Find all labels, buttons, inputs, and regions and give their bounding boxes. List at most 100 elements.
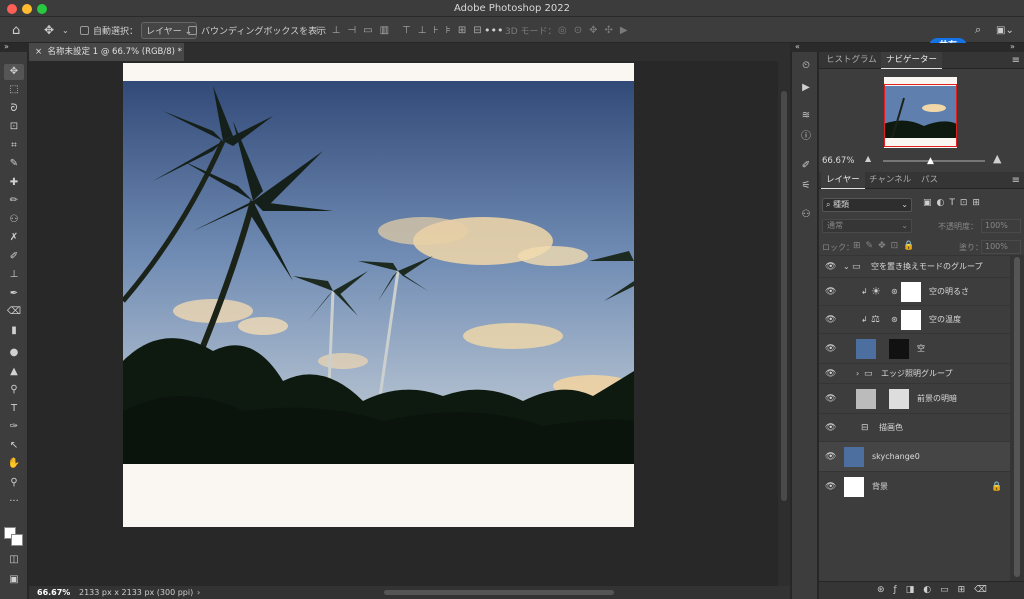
- eraser-tool-icon[interactable]: ⌫: [4, 304, 24, 320]
- auto-select-checkbox[interactable]: [80, 25, 89, 35]
- layer-row-draw-color[interactable]: 👁 ⊟ 描画色: [819, 413, 1010, 441]
- visibility-eye-icon[interactable]: 👁: [825, 315, 836, 325]
- horizontal-scroll-thumb[interactable]: [384, 590, 614, 595]
- navigator-view-box[interactable]: [884, 84, 957, 147]
- pencil-tool-icon[interactable]: ✐: [4, 249, 24, 265]
- sharpen-tool-icon[interactable]: ▲: [4, 364, 24, 380]
- dodge-tool-icon[interactable]: ⚲: [4, 382, 24, 398]
- more-tools-icon[interactable]: ···: [4, 494, 24, 510]
- blur-tool-icon[interactable]: ●: [4, 345, 24, 361]
- background-thumbnail[interactable]: [844, 476, 864, 497]
- tab-navigator[interactable]: ナビゲーター: [881, 52, 943, 69]
- actions-panel-icon[interactable]: ▶: [797, 80, 815, 96]
- vertical-scroll-thumb[interactable]: [781, 91, 787, 501]
- home-icon[interactable]: ⌂: [12, 17, 20, 43]
- zoom-in-icon[interactable]: ▲: [993, 152, 1001, 165]
- properties-panel-icon[interactable]: ⚟: [797, 178, 815, 194]
- path-select-tool-icon[interactable]: ↖: [4, 438, 24, 454]
- visibility-eye-icon[interactable]: 👁: [825, 287, 836, 297]
- move-tool-icon[interactable]: ✥: [4, 64, 24, 80]
- blend-mode-dropdown[interactable]: 通常 ⌄: [822, 219, 912, 233]
- layer-row-sky-brightness[interactable]: 👁 ↲ ☀ ⊛ 空の明るさ: [819, 277, 1010, 305]
- type-tool-icon[interactable]: T: [4, 401, 24, 417]
- crop-tool-icon[interactable]: ⌗: [4, 138, 24, 154]
- workspace-icon[interactable]: ▣⌄: [996, 17, 1014, 43]
- layer-row-edge-lighting-group[interactable]: 👁 › ▭ エッジ照明グループ: [819, 363, 1010, 383]
- skychange-thumbnail[interactable]: [844, 446, 864, 467]
- marquee-tool-icon[interactable]: ⬚: [4, 82, 24, 98]
- sky-thumbnail[interactable]: [856, 338, 876, 359]
- layer-mask-thumbnail[interactable]: [901, 309, 921, 330]
- history-panel-icon[interactable]: ⏲: [797, 58, 815, 74]
- layer-row-sky-temperature[interactable]: 👁 ↲ ⚖ ⊛ 空の温度: [819, 305, 1010, 333]
- panel-menu-icon[interactable]: ≡: [1012, 55, 1020, 66]
- paint-brush-tool-icon[interactable]: ✒: [4, 286, 24, 302]
- tab-layers[interactable]: レイヤー: [821, 172, 865, 189]
- object-select-tool-icon[interactable]: ⊡: [4, 119, 24, 135]
- layer-row-sky-group[interactable]: 👁 ⌄ ▭ 空を置き換えモードのグループ: [819, 255, 1010, 277]
- tab-histogram[interactable]: ヒストグラム: [821, 52, 882, 69]
- search-icon[interactable]: ⌕: [975, 17, 981, 43]
- visibility-eye-icon[interactable]: 👁: [825, 344, 836, 354]
- bbox-checkbox[interactable]: [188, 25, 197, 35]
- lock-options-icons[interactable]: ⊞✎✥⊡🔒: [853, 241, 919, 251]
- zoom-tool-icon[interactable]: ⚲: [4, 475, 24, 491]
- layer-filter-icons[interactable]: ▣◐T⊡⊞: [923, 198, 985, 208]
- foreground-mask-thumbnail[interactable]: [889, 388, 909, 409]
- layers-scrollbar[interactable]: [1010, 255, 1024, 581]
- auto-select-option[interactable]: 自動選択： レイヤー ⌄: [80, 17, 198, 43]
- zoom-level[interactable]: 66.67%: [37, 586, 70, 599]
- eyedropper-tool-icon[interactable]: ✎: [4, 156, 24, 172]
- layer-row-background[interactable]: 👁 背景 🔒: [819, 471, 1010, 501]
- visibility-eye-icon[interactable]: 👁: [825, 423, 836, 433]
- background-color-swatch[interactable]: [11, 534, 23, 546]
- layer-actions-icons[interactable]: ⊛ƒ◨◐▭⊞⌫: [877, 585, 996, 595]
- clone-stamp-tool-icon[interactable]: ⚇: [4, 212, 24, 228]
- pen-tool-icon[interactable]: ✑: [4, 419, 24, 435]
- layers-menu-icon[interactable]: ≡: [1012, 175, 1020, 186]
- collapse-mid-icon[interactable]: «: [795, 42, 800, 51]
- more-options-icon[interactable]: •••: [484, 17, 503, 43]
- brush-settings-icon[interactable]: ✐: [797, 158, 815, 174]
- document-tab[interactable]: × 名称未設定 1 @ 66.7% (RGB/8) *: [29, 43, 184, 61]
- layer-row-skychange0[interactable]: 👁 skychange0: [819, 441, 1010, 471]
- tab-channels[interactable]: チャンネル: [864, 172, 916, 189]
- collapse-right-icon[interactable]: »: [1010, 42, 1015, 51]
- layer-filter-dropdown[interactable]: ⌕ 種類 ⌄: [822, 198, 912, 212]
- info-panel-icon[interactable]: ⓘ: [797, 129, 815, 145]
- tab-paths[interactable]: パス: [916, 172, 943, 189]
- close-tab-icon[interactable]: ×: [35, 47, 42, 57]
- vertical-scrollbar[interactable]: [778, 61, 790, 586]
- sky-mask-thumbnail[interactable]: [889, 338, 909, 359]
- layer-row-sky[interactable]: 👁 空: [819, 333, 1010, 363]
- layer-row-foreground[interactable]: 👁 前景の明暗: [819, 383, 1010, 413]
- layers-scroll-thumb[interactable]: [1014, 257, 1020, 577]
- adjustments-panel-icon[interactable]: ≋: [797, 108, 815, 124]
- visibility-eye-icon[interactable]: 👁: [825, 452, 836, 462]
- tool-preset-chevron-icon[interactable]: ⌄: [62, 17, 69, 43]
- visibility-eye-icon[interactable]: 👁: [825, 482, 836, 492]
- navigator-zoom-slider[interactable]: [883, 160, 985, 162]
- screen-mode-icon[interactable]: ▣: [4, 572, 24, 588]
- layer-mask-thumbnail[interactable]: [901, 281, 921, 302]
- brush-tool-icon[interactable]: ✏: [4, 193, 24, 209]
- visibility-eye-icon[interactable]: 👁: [825, 262, 836, 272]
- collapse-chevron-icon[interactable]: ›: [856, 369, 859, 378]
- lasso-tool-icon[interactable]: ᘐ: [4, 101, 24, 117]
- expand-chevron-icon[interactable]: ⌄: [843, 262, 850, 271]
- distribute-icons[interactable]: ⊤⊥⊦⊧⊞⊟: [402, 17, 489, 43]
- bbox-option[interactable]: バウンディングボックスを表示: [188, 17, 326, 43]
- visibility-eye-icon[interactable]: 👁: [825, 394, 836, 404]
- visibility-eye-icon[interactable]: 👁: [825, 369, 836, 379]
- hand-tool-icon[interactable]: ✋: [4, 456, 24, 472]
- fill-field[interactable]: 100%: [981, 240, 1021, 254]
- history-brush-tool-icon[interactable]: ✗: [4, 230, 24, 246]
- quick-mask-icon[interactable]: ◫: [4, 552, 24, 568]
- healing-tool-icon[interactable]: ✚: [4, 175, 24, 191]
- foreground-thumbnail[interactable]: [856, 388, 876, 409]
- align-icons[interactable]: ⊢⊥⊣▭▥: [316, 17, 396, 43]
- stamp-tool-icon[interactable]: ⊥: [4, 267, 24, 283]
- zoom-out-icon[interactable]: ▲: [865, 154, 871, 163]
- navigator-zoom-handle[interactable]: ▲: [927, 156, 934, 166]
- libraries-panel-icon[interactable]: ⚇: [797, 207, 815, 223]
